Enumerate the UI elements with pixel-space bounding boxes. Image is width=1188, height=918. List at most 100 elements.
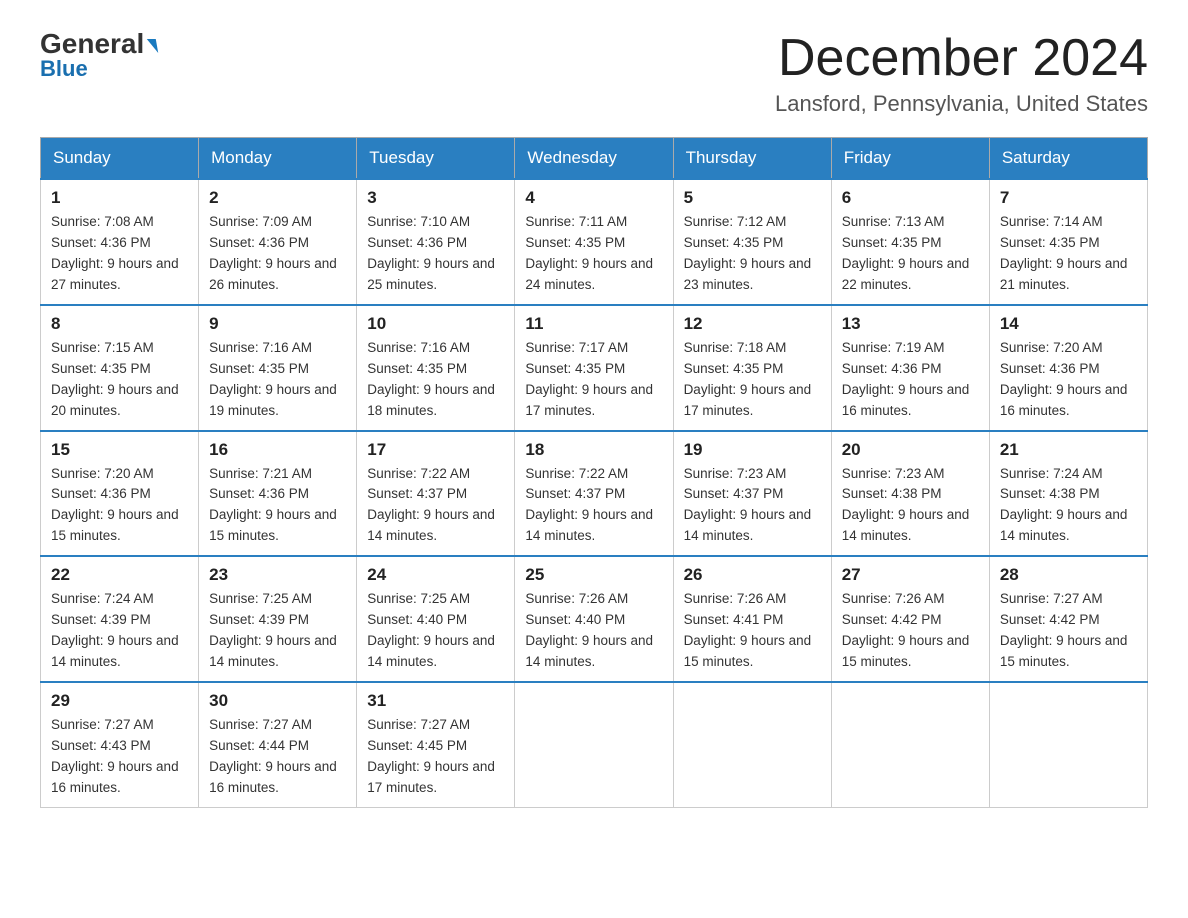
day-info: Sunrise: 7:08 AM Sunset: 4:36 PM Dayligh… <box>51 212 188 296</box>
calendar-cell: 18 Sunrise: 7:22 AM Sunset: 4:37 PM Dayl… <box>515 431 673 557</box>
day-info: Sunrise: 7:13 AM Sunset: 4:35 PM Dayligh… <box>842 212 979 296</box>
sunset-label: Sunset: 4:44 PM <box>209 738 309 753</box>
day-number: 7 <box>1000 188 1137 208</box>
sunrise-label: Sunrise: 7:11 AM <box>525 214 627 229</box>
sunset-label: Sunset: 4:36 PM <box>209 486 309 501</box>
sunset-label: Sunset: 4:43 PM <box>51 738 151 753</box>
day-info: Sunrise: 7:18 AM Sunset: 4:35 PM Dayligh… <box>684 338 821 422</box>
sunrise-label: Sunrise: 7:22 AM <box>367 466 470 481</box>
sunset-label: Sunset: 4:40 PM <box>525 612 625 627</box>
daylight-label: Daylight: 9 hours and 14 minutes. <box>684 507 812 543</box>
daylight-label: Daylight: 9 hours and 25 minutes. <box>367 256 495 292</box>
daylight-label: Daylight: 9 hours and 16 minutes. <box>209 759 337 795</box>
header-saturday: Saturday <box>989 138 1147 180</box>
sunset-label: Sunset: 4:35 PM <box>525 361 625 376</box>
day-info: Sunrise: 7:20 AM Sunset: 4:36 PM Dayligh… <box>51 464 188 548</box>
calendar-cell: 27 Sunrise: 7:26 AM Sunset: 4:42 PM Dayl… <box>831 556 989 682</box>
calendar-cell <box>515 682 673 807</box>
header-monday: Monday <box>199 138 357 180</box>
day-number: 30 <box>209 691 346 711</box>
sunset-label: Sunset: 4:38 PM <box>842 486 942 501</box>
day-info: Sunrise: 7:27 AM Sunset: 4:44 PM Dayligh… <box>209 715 346 799</box>
sunrise-label: Sunrise: 7:24 AM <box>1000 466 1103 481</box>
sunrise-label: Sunrise: 7:08 AM <box>51 214 154 229</box>
calendar-cell: 3 Sunrise: 7:10 AM Sunset: 4:36 PM Dayli… <box>357 179 515 305</box>
sunrise-label: Sunrise: 7:15 AM <box>51 340 154 355</box>
day-info: Sunrise: 7:10 AM Sunset: 4:36 PM Dayligh… <box>367 212 504 296</box>
daylight-label: Daylight: 9 hours and 15 minutes. <box>209 507 337 543</box>
sunrise-label: Sunrise: 7:16 AM <box>209 340 312 355</box>
sunset-label: Sunset: 4:39 PM <box>51 612 151 627</box>
sunrise-label: Sunrise: 7:13 AM <box>842 214 945 229</box>
sunrise-label: Sunrise: 7:27 AM <box>367 717 470 732</box>
day-info: Sunrise: 7:12 AM Sunset: 4:35 PM Dayligh… <box>684 212 821 296</box>
calendar-cell: 8 Sunrise: 7:15 AM Sunset: 4:35 PM Dayli… <box>41 305 199 431</box>
calendar-cell: 5 Sunrise: 7:12 AM Sunset: 4:35 PM Dayli… <box>673 179 831 305</box>
calendar-cell: 15 Sunrise: 7:20 AM Sunset: 4:36 PM Dayl… <box>41 431 199 557</box>
logo-blue-text: Blue <box>40 56 88 82</box>
day-info: Sunrise: 7:26 AM Sunset: 4:42 PM Dayligh… <box>842 589 979 673</box>
day-info: Sunrise: 7:27 AM Sunset: 4:45 PM Dayligh… <box>367 715 504 799</box>
daylight-label: Daylight: 9 hours and 22 minutes. <box>842 256 970 292</box>
day-number: 20 <box>842 440 979 460</box>
sunrise-label: Sunrise: 7:20 AM <box>1000 340 1103 355</box>
sunrise-label: Sunrise: 7:27 AM <box>51 717 154 732</box>
sunset-label: Sunset: 4:35 PM <box>842 235 942 250</box>
calendar-cell: 11 Sunrise: 7:17 AM Sunset: 4:35 PM Dayl… <box>515 305 673 431</box>
calendar-week-row: 1 Sunrise: 7:08 AM Sunset: 4:36 PM Dayli… <box>41 179 1148 305</box>
sunrise-label: Sunrise: 7:23 AM <box>842 466 945 481</box>
day-number: 19 <box>684 440 821 460</box>
day-number: 31 <box>367 691 504 711</box>
sunset-label: Sunset: 4:36 PM <box>51 235 151 250</box>
day-number: 28 <box>1000 565 1137 585</box>
header-thursday: Thursday <box>673 138 831 180</box>
daylight-label: Daylight: 9 hours and 14 minutes. <box>842 507 970 543</box>
sunset-label: Sunset: 4:42 PM <box>1000 612 1100 627</box>
daylight-label: Daylight: 9 hours and 27 minutes. <box>51 256 179 292</box>
day-info: Sunrise: 7:17 AM Sunset: 4:35 PM Dayligh… <box>525 338 662 422</box>
sunrise-label: Sunrise: 7:22 AM <box>525 466 628 481</box>
header-sunday: Sunday <box>41 138 199 180</box>
sunset-label: Sunset: 4:38 PM <box>1000 486 1100 501</box>
day-number: 25 <box>525 565 662 585</box>
sunrise-label: Sunrise: 7:24 AM <box>51 591 154 606</box>
sunset-label: Sunset: 4:36 PM <box>209 235 309 250</box>
calendar-cell: 4 Sunrise: 7:11 AM Sunset: 4:35 PM Dayli… <box>515 179 673 305</box>
day-info: Sunrise: 7:11 AM Sunset: 4:35 PM Dayligh… <box>525 212 662 296</box>
daylight-label: Daylight: 9 hours and 17 minutes. <box>525 382 653 418</box>
day-info: Sunrise: 7:27 AM Sunset: 4:43 PM Dayligh… <box>51 715 188 799</box>
day-number: 15 <box>51 440 188 460</box>
day-info: Sunrise: 7:22 AM Sunset: 4:37 PM Dayligh… <box>525 464 662 548</box>
day-number: 5 <box>684 188 821 208</box>
header-friday: Friday <box>831 138 989 180</box>
day-info: Sunrise: 7:25 AM Sunset: 4:40 PM Dayligh… <box>367 589 504 673</box>
logo: General Blue <box>40 30 157 82</box>
calendar-cell: 29 Sunrise: 7:27 AM Sunset: 4:43 PM Dayl… <box>41 682 199 807</box>
day-info: Sunrise: 7:23 AM Sunset: 4:37 PM Dayligh… <box>684 464 821 548</box>
day-number: 9 <box>209 314 346 334</box>
calendar-cell: 30 Sunrise: 7:27 AM Sunset: 4:44 PM Dayl… <box>199 682 357 807</box>
logo-general-text: General <box>40 30 157 58</box>
sunrise-label: Sunrise: 7:16 AM <box>367 340 470 355</box>
day-info: Sunrise: 7:26 AM Sunset: 4:40 PM Dayligh… <box>525 589 662 673</box>
sunrise-label: Sunrise: 7:26 AM <box>842 591 945 606</box>
calendar-cell: 10 Sunrise: 7:16 AM Sunset: 4:35 PM Dayl… <box>357 305 515 431</box>
sunrise-label: Sunrise: 7:20 AM <box>51 466 154 481</box>
sunset-label: Sunset: 4:45 PM <box>367 738 467 753</box>
day-info: Sunrise: 7:23 AM Sunset: 4:38 PM Dayligh… <box>842 464 979 548</box>
day-number: 3 <box>367 188 504 208</box>
calendar-cell: 28 Sunrise: 7:27 AM Sunset: 4:42 PM Dayl… <box>989 556 1147 682</box>
daylight-label: Daylight: 9 hours and 15 minutes. <box>842 633 970 669</box>
sunrise-label: Sunrise: 7:25 AM <box>209 591 312 606</box>
calendar-cell: 21 Sunrise: 7:24 AM Sunset: 4:38 PM Dayl… <box>989 431 1147 557</box>
sunset-label: Sunset: 4:41 PM <box>684 612 784 627</box>
calendar-cell: 1 Sunrise: 7:08 AM Sunset: 4:36 PM Dayli… <box>41 179 199 305</box>
day-info: Sunrise: 7:16 AM Sunset: 4:35 PM Dayligh… <box>209 338 346 422</box>
day-number: 18 <box>525 440 662 460</box>
day-info: Sunrise: 7:24 AM Sunset: 4:38 PM Dayligh… <box>1000 464 1137 548</box>
daylight-label: Daylight: 9 hours and 15 minutes. <box>1000 633 1128 669</box>
calendar-cell: 17 Sunrise: 7:22 AM Sunset: 4:37 PM Dayl… <box>357 431 515 557</box>
daylight-label: Daylight: 9 hours and 21 minutes. <box>1000 256 1128 292</box>
daylight-label: Daylight: 9 hours and 14 minutes. <box>367 507 495 543</box>
calendar-cell: 16 Sunrise: 7:21 AM Sunset: 4:36 PM Dayl… <box>199 431 357 557</box>
